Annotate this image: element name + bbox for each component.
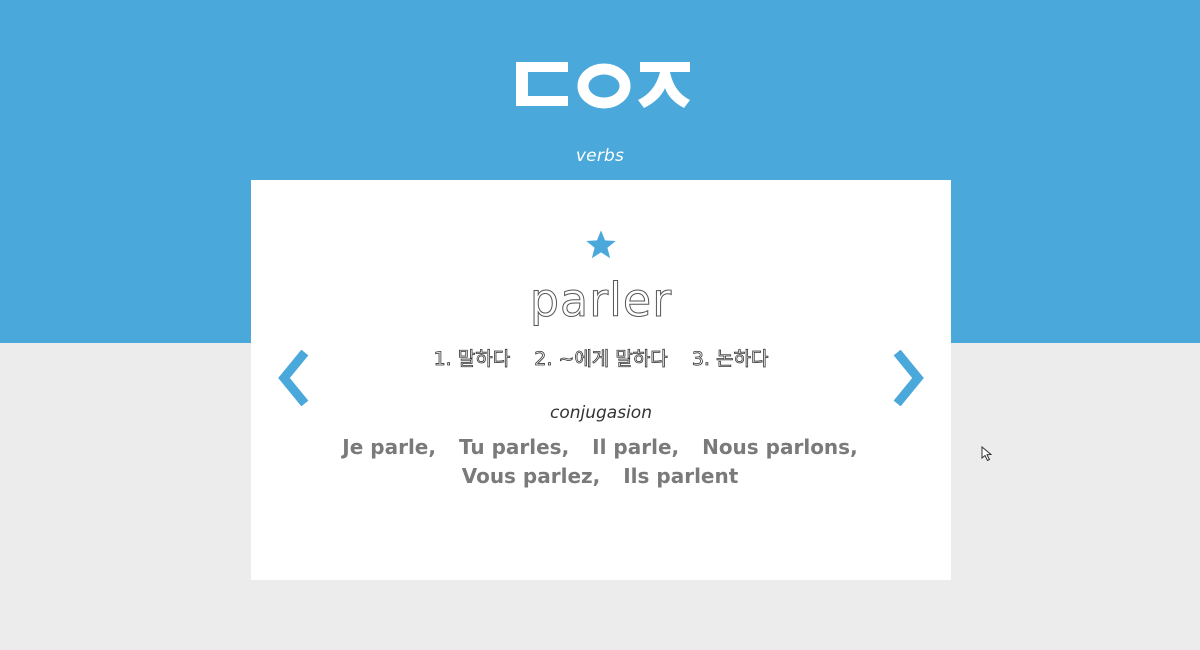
conjugation-form: Tu parles, <box>458 435 570 459</box>
conjugation-form: Vous parlez, <box>461 464 601 488</box>
word-title: parler <box>529 273 673 328</box>
app-logo <box>516 62 690 109</box>
meaning-item: 3. 논하다 <box>691 348 769 371</box>
star-icon[interactable] <box>584 229 618 261</box>
conjugation-form: Je parle, <box>342 435 436 459</box>
chevron-right-icon[interactable] <box>890 350 930 406</box>
chevron-left-icon[interactable] <box>272 350 312 406</box>
meaning-item: 2. ~에게 말하다 <box>534 348 668 371</box>
conjugation-form: Il parle, <box>592 435 680 459</box>
conjugation-list: Je parle, Tu parles, Il parle, Nous parl… <box>300 433 900 491</box>
meanings-list: 1. 말하다 2. ~에게 말하다 3. 논하다 <box>251 345 951 373</box>
meaning-item: 1. 말하다 <box>433 348 511 371</box>
conjugation-form: Nous parlons, <box>702 435 858 459</box>
conjugation-label: conjugasion <box>550 403 652 423</box>
conjugation-form: Ils parlent <box>623 464 739 488</box>
category-label: verbs <box>575 146 625 166</box>
mouse-cursor-icon <box>981 446 993 462</box>
